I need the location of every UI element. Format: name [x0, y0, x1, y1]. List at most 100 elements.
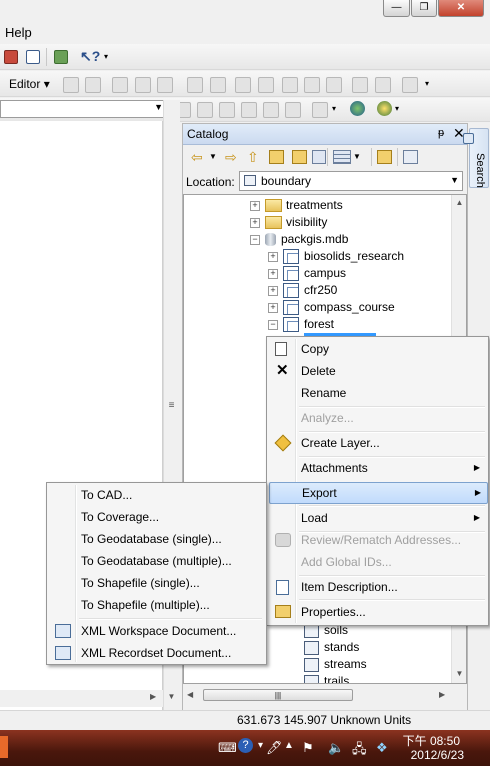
chevron-down-icon[interactable]: ▾	[395, 104, 399, 113]
trace-icon[interactable]	[157, 77, 173, 93]
model-builder-icon[interactable]	[54, 50, 68, 64]
restore-button[interactable]: ❐	[411, 0, 437, 17]
sketch-icon[interactable]	[326, 77, 342, 93]
editor-menu[interactable]: Editor ▾	[9, 77, 50, 91]
tree-item-visibility[interactable]: + visibility	[250, 214, 327, 231]
straight-segment-icon[interactable]	[112, 77, 128, 93]
whats-this-icon[interactable]: ↖?	[80, 48, 100, 65]
collapse-icon[interactable]: −	[250, 234, 260, 245]
tree-item-compass-course[interactable]: + compass_course	[268, 299, 395, 316]
close-window-button[interactable]: ✕	[438, 0, 484, 17]
tree-item-streams[interactable]: streams	[304, 656, 367, 673]
taskbar-app-icon[interactable]	[0, 736, 8, 758]
minimize-button[interactable]: —	[383, 0, 410, 17]
menu-item-copy[interactable]: Copy	[269, 338, 329, 360]
toolbar-options-icon[interactable]: ▾	[425, 79, 429, 88]
expand-icon[interactable]: +	[268, 302, 278, 313]
chevron-down-icon[interactable]: ▼	[450, 175, 459, 185]
collapse-icon[interactable]: −	[268, 319, 278, 330]
window-icon[interactable]	[26, 50, 40, 64]
scroll-up-icon[interactable]: ▲	[452, 198, 467, 207]
reshape-icon[interactable]	[235, 77, 251, 93]
network-icon[interactable]: 🖧	[352, 740, 367, 762]
tree-horizontal-scrollbar[interactable]: ◀ ||| ▶	[183, 687, 467, 704]
tool-icon[interactable]	[197, 102, 213, 118]
arcmap-icon[interactable]	[377, 101, 392, 116]
tool-icon[interactable]	[241, 102, 257, 118]
refresh-icon[interactable]	[312, 150, 326, 164]
edit-tool-icon[interactable]	[63, 77, 79, 93]
menu-item-item-description[interactable]: Item Description...	[269, 576, 398, 598]
menu-item-properties[interactable]: Properties...	[269, 601, 366, 623]
toolbar-options-icon[interactable]: ▾	[104, 52, 108, 61]
menu-item-attachments[interactable]: Attachments ▶	[269, 457, 486, 479]
cut-polygon-icon[interactable]	[258, 77, 274, 93]
chevron-down-icon[interactable]: ▾	[332, 104, 336, 113]
clock-time[interactable]: 下午 08:50	[403, 732, 460, 749]
attributes-icon[interactable]	[352, 77, 368, 93]
up-one-level-icon[interactable]: ⇧	[247, 149, 259, 166]
menu-item-to-shapefile-single[interactable]: To Shapefile (single)...	[49, 572, 200, 594]
help-icon[interactable]: ?	[238, 738, 253, 753]
home-icon[interactable]	[269, 150, 284, 164]
chevron-down-icon[interactable]: ▼	[353, 152, 361, 161]
default-gdb-icon[interactable]	[292, 150, 307, 164]
clock-date[interactable]: 2012/6/23	[411, 748, 464, 762]
forward-icon[interactable]: ⇨	[225, 149, 237, 166]
menu-item-xml-workspace[interactable]: XML Workspace Document...	[49, 620, 236, 642]
layer-dropdown[interactable]: ▼	[0, 100, 166, 118]
location-combobox[interactable]: boundary ▼	[239, 171, 463, 191]
tray-options-icon[interactable]: ▾	[258, 740, 263, 751]
show-hidden-icons[interactable]: ▲	[284, 740, 294, 751]
menu-help[interactable]: Help	[5, 25, 32, 40]
tree-item-cfr250[interactable]: + cfr250	[268, 282, 337, 299]
horizontal-scrollbar[interactable]: ▶	[0, 690, 163, 707]
views-icon[interactable]	[333, 150, 351, 164]
scroll-down-icon[interactable]: ▼	[164, 692, 179, 701]
scroll-thumb[interactable]: |||	[203, 689, 353, 701]
menu-item-create-layer[interactable]: Create Layer...	[269, 432, 380, 454]
chevron-down-icon[interactable]: ▼	[209, 152, 217, 161]
split-icon[interactable]	[282, 77, 298, 93]
toggle-contents-icon[interactable]	[403, 150, 418, 164]
point-icon[interactable]	[187, 77, 203, 93]
connect-folder-icon[interactable]	[377, 150, 392, 164]
tree-item-campus[interactable]: + campus	[268, 265, 346, 282]
edit-vertices-icon[interactable]	[210, 77, 226, 93]
add-data-icon[interactable]	[4, 50, 18, 64]
tree-item-packgis-mdb[interactable]: − packgis.mdb	[250, 231, 348, 248]
menu-item-to-cad[interactable]: To CAD...	[49, 484, 132, 506]
tool-icon[interactable]	[219, 102, 235, 118]
expand-icon[interactable]: +	[268, 285, 278, 296]
volume-icon[interactable]: 🔈	[328, 740, 344, 756]
menu-item-load[interactable]: Load ▶	[269, 507, 486, 529]
keyboard-icon[interactable]: ⌨	[218, 740, 237, 756]
tool-icon[interactable]	[263, 102, 279, 118]
rotate-icon[interactable]	[304, 77, 320, 93]
expand-icon[interactable]: +	[250, 200, 260, 211]
scroll-right-icon[interactable]: ▶	[150, 692, 156, 701]
tree-item-treatments[interactable]: + treatments	[250, 197, 343, 214]
tool-icon[interactable]	[285, 102, 301, 118]
graph-icon[interactable]	[312, 102, 328, 118]
edit-annotation-icon[interactable]	[85, 77, 101, 93]
expand-icon[interactable]: +	[268, 251, 278, 262]
menu-item-to-shapefile-multiple[interactable]: To Shapefile (multiple)...	[49, 594, 210, 616]
tree-item-trails[interactable]: trails	[304, 673, 349, 683]
globe-icon[interactable]	[350, 101, 365, 116]
menu-item-to-coverage[interactable]: To Coverage...	[49, 506, 159, 528]
scroll-down-icon[interactable]: ▼	[452, 669, 467, 678]
menu-item-xml-recordset[interactable]: XML Recordset Document...	[49, 642, 231, 664]
dropbox-icon[interactable]: ❖	[376, 740, 388, 756]
tree-item-biosolids-research[interactable]: + biosolids_research	[268, 248, 404, 265]
scroll-left-icon[interactable]: ◀	[187, 690, 193, 699]
menu-item-delete[interactable]: ✕ Delete	[269, 360, 336, 382]
pen-icon[interactable]: 🖊	[266, 740, 283, 756]
expand-icon[interactable]: +	[250, 217, 260, 228]
back-icon[interactable]: ⇦	[191, 149, 203, 166]
menu-item-rename[interactable]: Rename	[269, 382, 346, 404]
expand-icon[interactable]: +	[268, 268, 278, 279]
sketch-properties-icon[interactable]	[375, 77, 391, 93]
menu-item-to-geodatabase-single[interactable]: To Geodatabase (single)...	[49, 528, 222, 550]
endpoint-arc-icon[interactable]	[135, 77, 151, 93]
